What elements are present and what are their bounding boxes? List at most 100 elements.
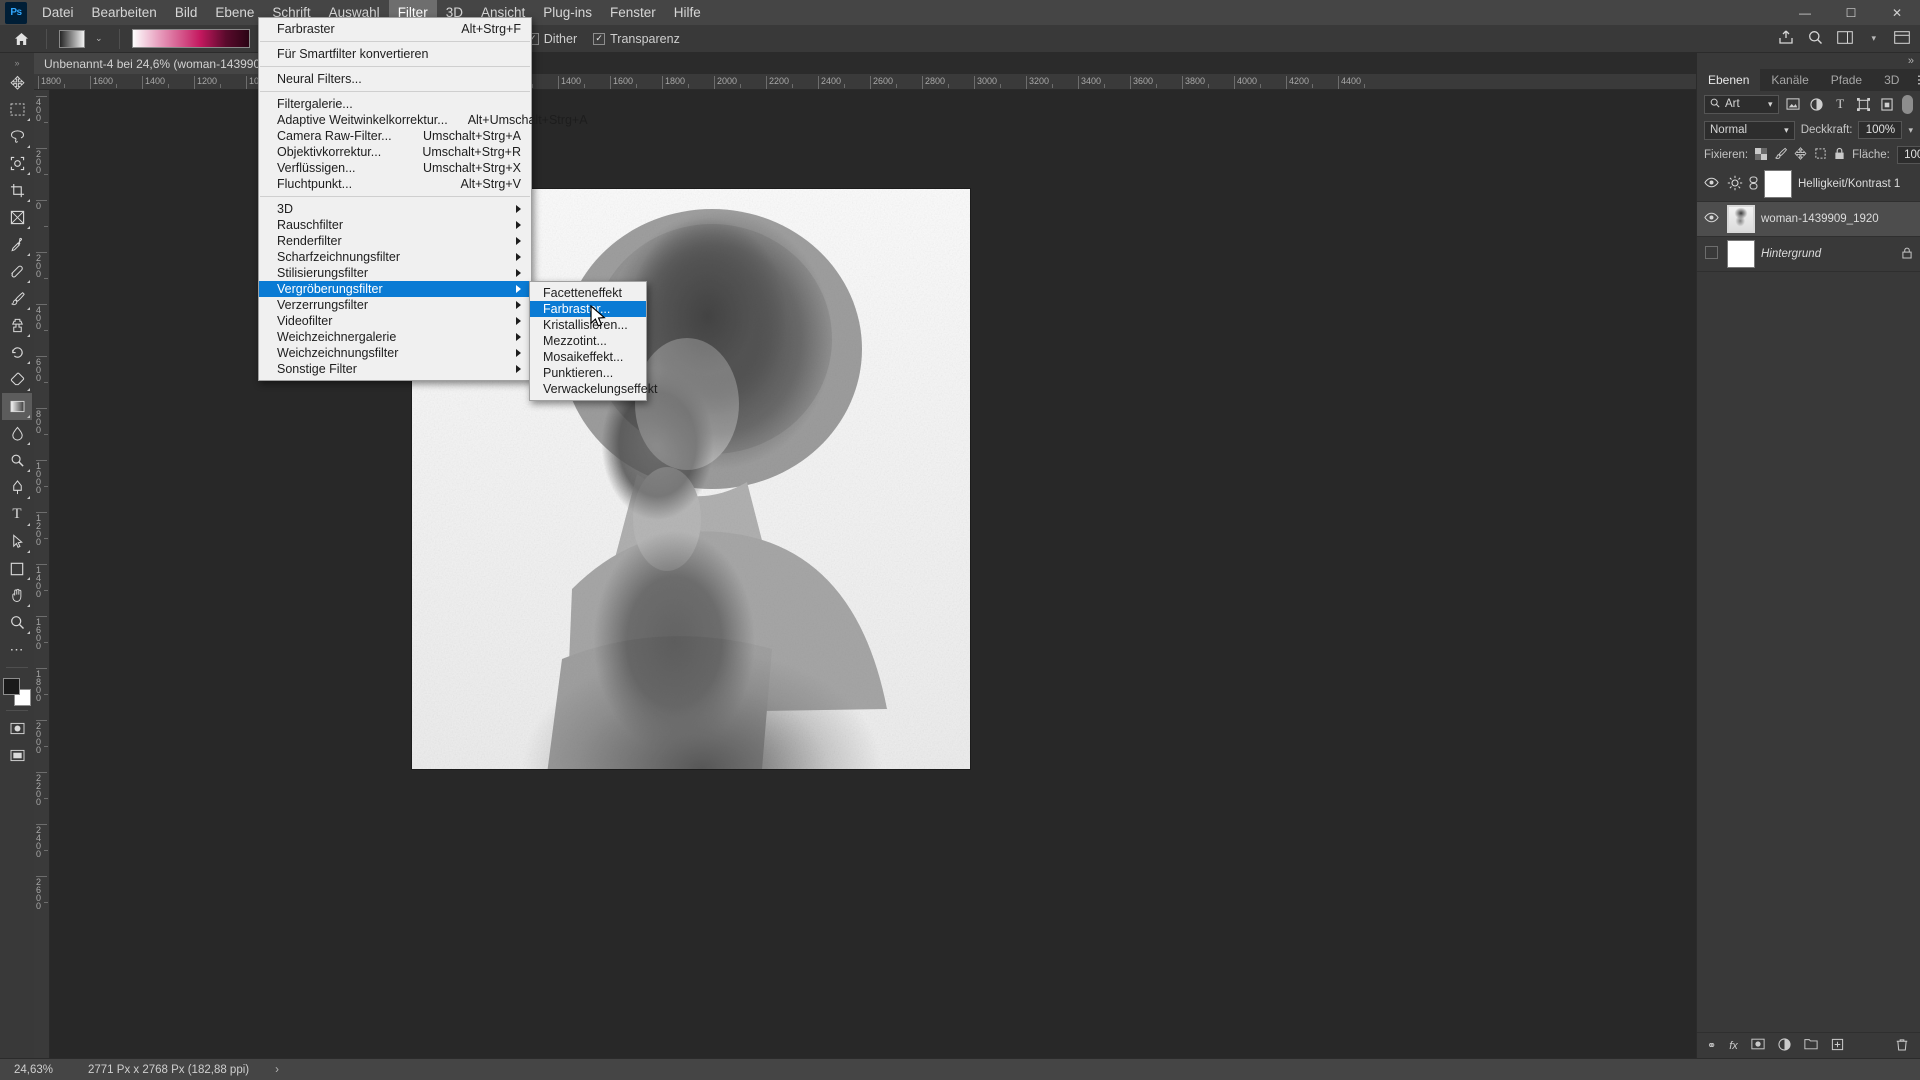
tool-hand[interactable] [2,582,32,609]
foreground-color-swatch[interactable] [3,678,20,695]
filter-menu-item-verfl-ssigen[interactable]: Verflüssigen... Umschalt+Strg+X [259,160,531,176]
tool-zoom[interactable] [2,609,32,636]
toolbar-grip[interactable]: » [14,57,19,69]
filter-menu-item-adaptive-weitwinkelkorrektur[interactable]: Adaptive Weitwinkelkorrektur... Alt+Umsch… [259,112,588,128]
lock-artboard-icon[interactable] [1814,147,1827,163]
tool-quick-mask[interactable] [2,715,32,742]
arrange-icon[interactable] [1894,30,1910,47]
tool-healing-brush[interactable] [2,258,32,285]
menu-datei[interactable]: Datei [33,0,83,25]
filter-menu-item-f-r-smartfilter-konvertieren[interactable]: Für Smartfilter konvertieren [259,46,531,62]
menu-ebene[interactable]: Ebene [206,0,263,25]
home-icon[interactable] [8,28,34,50]
filter-toggle-switch[interactable] [1901,94,1914,114]
layer-mask-link-icon[interactable] [1749,175,1758,193]
filter-menu-item-videofilter[interactable]: Videofilter [259,313,531,329]
menu-hilfe[interactable]: Hilfe [665,0,710,25]
layer-mask-icon[interactable] [1751,1038,1765,1053]
workspace-icon[interactable] [1837,30,1854,47]
filter-menu[interactable]: Farbraster Alt+Strg+F Für Smartfilter konv… [258,17,588,381]
search-icon[interactable] [1808,30,1823,48]
opacity-chevron-icon[interactable]: ▾ [1908,125,1913,136]
tool-more[interactable]: ⋯ [2,636,32,663]
maximize-button[interactable]: ☐ [1828,0,1874,25]
tool-type[interactable]: T [2,501,32,528]
gradient-preview[interactable] [131,29,250,48]
tool-frame[interactable] [2,204,32,231]
layer-row[interactable]: woman-1439909_1920 [1697,202,1920,237]
panel-tab-pfade[interactable]: Pfade [1820,69,1873,91]
tool-path-select[interactable] [2,528,32,555]
transparenz-checkbox[interactable]: ✓ Transparenz [593,32,680,46]
tool-screen-mode[interactable] [2,742,32,769]
minimize-button[interactable]: — [1782,0,1828,25]
filter-menu-item-camera-raw-filter[interactable]: Camera Raw-Filter... Umschalt+Strg+A [259,128,531,144]
filter-menu-item-weichzeichnergalerie[interactable]: Weichzeichnergalerie [259,329,531,345]
adjustment-layer-icon[interactable] [1778,1037,1791,1054]
tool-shape[interactable] [2,555,32,582]
menu-bild[interactable]: Bild [166,0,207,25]
layer-mask-thumbnail[interactable] [1764,170,1792,198]
tool-marquee[interactable] [2,96,32,123]
layer-filter-dropdown[interactable]: Art ▾ [1704,94,1779,114]
panel-menu-icon[interactable] [1910,69,1920,91]
tool-object-select[interactable] [2,150,32,177]
color-swatches[interactable] [3,678,31,706]
shape-filter-icon[interactable] [1855,95,1872,114]
blend-mode-dropdown[interactable]: Normal ▾ [1704,120,1795,140]
lock-image-icon[interactable] [1774,147,1788,163]
tool-eyedropper[interactable] [2,231,32,258]
filter-menu-item-objektivkorrektur[interactable]: Objektivkorrektur... Umschalt+Strg+R [259,144,531,160]
tool-pen[interactable] [2,474,32,501]
tool-crop[interactable] [2,177,32,204]
smartobject-filter-icon[interactable] [1879,95,1896,114]
new-group-icon[interactable] [1804,1038,1818,1053]
fill-value[interactable]: 100% [1896,146,1920,164]
fx-icon[interactable]: fx [1729,1040,1738,1052]
filter-menu-item-fluchtpunkt[interactable]: Fluchtpunkt... Alt+Strg+V [259,176,531,192]
delete-layer-icon[interactable] [1896,1038,1908,1054]
vergroeberungsfilter-submenu[interactable]: Facetteneffekt Farbraster... Kristallisier… [529,281,657,401]
adjustment-filter-icon[interactable] [1808,95,1825,114]
filter-menu-item-neural-filters[interactable]: Neural Filters... [259,71,531,87]
workspace-caret-icon[interactable]: ▾ [1867,33,1880,44]
submenu-item-farbraster[interactable]: Farbraster... [530,301,646,317]
layer-visibility-icon[interactable] [1701,246,1721,262]
layer-row[interactable]: Hintergrund [1697,237,1920,272]
link-layers-icon[interactable]: ⚭ [1707,1039,1716,1052]
pixel-filter-icon[interactable] [1785,95,1802,114]
transparenz-checkbox-box[interactable]: ✓ [593,32,606,45]
tool-lasso[interactable] [2,123,32,150]
panel-collapse-icon[interactable]: » [1697,53,1920,69]
filter-menu-item-weichzeichnungsfilter[interactable]: Weichzeichnungsfilter [259,345,531,361]
opacity-value[interactable]: 100% [1858,121,1903,139]
panel-tab-3d[interactable]: 3D [1873,69,1910,91]
layer-visibility-icon[interactable] [1701,177,1721,191]
menu-plug-ins[interactable]: Plug-ins [534,0,601,25]
lock-all-icon[interactable] [1834,147,1845,163]
tool-gradient[interactable] [2,393,32,420]
tool-dodge[interactable] [2,447,32,474]
new-layer-icon[interactable] [1831,1038,1844,1054]
tool-eraser[interactable] [2,366,32,393]
menu-bearbeiten[interactable]: Bearbeiten [83,0,166,25]
filter-menu-item-rauschfilter[interactable]: Rauschfilter [259,217,531,233]
zoom-level[interactable]: 24,63% [0,1064,74,1076]
lock-transparent-icon[interactable] [1755,147,1768,163]
submenu-item-kristallisieren[interactable]: Kristallisieren... [530,317,646,333]
tool-history-brush[interactable] [2,339,32,366]
filter-menu-item-filtergalerie[interactable]: Filtergalerie... [259,96,531,112]
lock-position-icon[interactable] [1794,147,1807,163]
submenu-item-mezzotint[interactable]: Mezzotint... [530,333,646,349]
type-filter-icon[interactable]: T [1832,95,1849,114]
dither-checkbox[interactable]: ✓ Dither [526,32,577,46]
submenu-item-verwackelungseffekt[interactable]: Verwackelungseffekt [530,381,657,397]
tool-blur[interactable] [2,420,32,447]
filter-menu-item-verzerrungsfilter[interactable]: Verzerrungsfilter [259,297,531,313]
panel-tab-kan-le[interactable]: Kanäle [1760,69,1819,91]
gradient-swatch-thumb[interactable] [59,29,85,48]
layer-thumbnail[interactable] [1727,240,1755,268]
filter-menu-item-vergr-berungsfilter[interactable]: Vergröberungsfilter [259,281,531,297]
filter-menu-item-stilisierungsfilter[interactable]: Stilisierungsfilter [259,265,531,281]
filter-menu-item-renderfilter[interactable]: Renderfilter [259,233,531,249]
